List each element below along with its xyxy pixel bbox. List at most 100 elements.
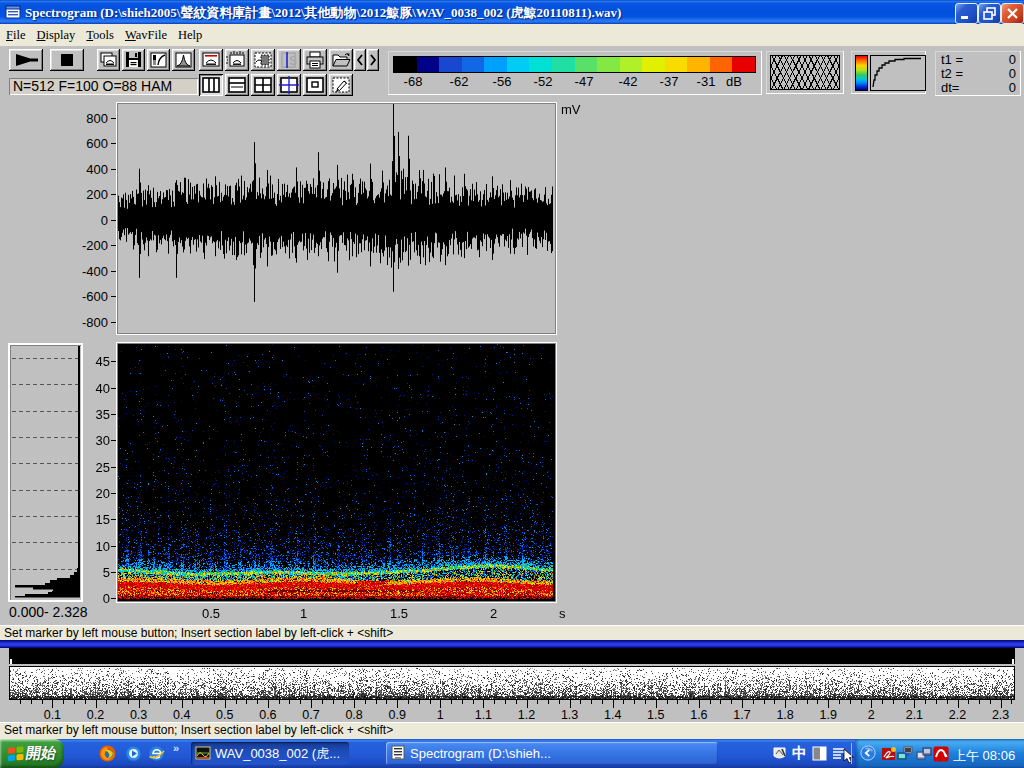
colorbar-segment	[529, 57, 552, 72]
close-button[interactable]	[1001, 3, 1024, 24]
palette-transfer-panel[interactable]	[851, 51, 926, 94]
spectrogram-y-tick	[111, 519, 116, 520]
colorbar-segment	[642, 57, 665, 72]
media-player-icon[interactable]	[125, 745, 142, 762]
start-button[interactable]: 開始	[0, 739, 64, 768]
internet-explorer-icon[interactable]	[148, 745, 165, 762]
overview-time-label: 2.3	[984, 708, 1018, 722]
menu-item[interactable]: Display	[36, 24, 75, 43]
t1-value: 0	[1009, 53, 1016, 67]
window-function-button[interactable]	[172, 49, 195, 71]
overview-time-label: 1.8	[768, 708, 802, 722]
network-update-tray-icon[interactable]	[897, 746, 913, 762]
overview-time-label: 0.1	[35, 708, 69, 722]
layout-single-icon	[303, 74, 327, 96]
colorbar-segment	[710, 57, 733, 72]
section-view-button[interactable]	[251, 49, 275, 71]
play-button[interactable]	[9, 49, 43, 71]
scan-settings-button[interactable]	[225, 49, 249, 71]
status-bar-bottom: Set marker by left mouse button; Insert …	[0, 722, 1024, 739]
overview-time-label: 1.1	[466, 708, 500, 722]
menu-item[interactable]: Help	[178, 24, 202, 43]
play-icon	[9, 49, 43, 71]
colorbar-db-label: -52	[525, 74, 561, 89]
scale-curve-button[interactable]	[147, 49, 170, 71]
overview-time-label: 0.5	[208, 708, 242, 722]
hatch-pattern-icon	[770, 55, 840, 90]
firefox-icon[interactable]	[99, 745, 116, 762]
waveform-y-label: -800	[68, 316, 108, 329]
spectrogram-image	[118, 344, 553, 599]
network-connection-tray-icon[interactable]	[916, 746, 932, 762]
colorbar-db-label: -56	[484, 74, 520, 89]
layout-cross-icon	[277, 74, 301, 96]
spectrogram-y-label: 10	[70, 540, 110, 553]
waveform-y-tick	[111, 296, 116, 297]
antivirus-tray-icon[interactable]	[933, 746, 949, 762]
overview-time-label: 0.2	[79, 708, 113, 722]
hide-icons-chevron[interactable]	[860, 745, 876, 761]
fft-params-field[interactable]: N=512 F=100 O=88 HAM	[9, 78, 198, 95]
spectrogram-plot[interactable]	[117, 343, 556, 602]
save-button[interactable]	[122, 49, 145, 71]
spectrogram-view-button[interactable]	[199, 49, 223, 71]
label-tool-button[interactable]: S	[277, 49, 301, 71]
overview-marker-strip[interactable]	[9, 648, 1015, 664]
waveform-y-tick	[111, 169, 116, 170]
waveform-y-tick	[111, 194, 116, 195]
overview-time-label: 1.3	[553, 708, 587, 722]
t2-label: t2 =	[941, 67, 963, 81]
spectrogram-y-label: 25	[70, 461, 110, 474]
scroll-right-button[interactable]	[367, 49, 379, 71]
taskbar-task-spectrogram[interactable]: Spectrogram (D:\shieh...	[386, 742, 718, 765]
overview-time-label: 1.4	[596, 708, 630, 722]
t1-label: t1 =	[941, 53, 963, 67]
db-colorbar[interactable]	[393, 56, 756, 73]
clock[interactable]: 上午 08:06	[953, 747, 1021, 765]
ime-fullwidth-icon[interactable]	[812, 746, 827, 761]
svg-text:S: S	[289, 54, 297, 68]
open-file-button[interactable]	[329, 49, 353, 71]
layout-cross-button[interactable]	[277, 74, 301, 96]
menu-item[interactable]: Tools	[86, 24, 114, 43]
menu-item[interactable]: File	[6, 24, 25, 43]
layout-split-vertical-button[interactable]	[199, 74, 223, 96]
layout-quad-button[interactable]	[251, 74, 275, 96]
colorbar-segment	[484, 57, 507, 72]
taskbar-task-wav-file[interactable]: WAV_0038_002 (虎...	[191, 742, 349, 765]
restore-button[interactable]	[978, 3, 1001, 24]
overview-time-label: 1.9	[811, 708, 845, 722]
hatch-pattern-panel[interactable]	[766, 51, 844, 94]
waveform-plot[interactable]	[117, 103, 556, 334]
copy-window-button[interactable]	[97, 49, 120, 71]
overview-time-label: 1.5	[639, 708, 673, 722]
spectrogram-y-label: 35	[70, 408, 110, 421]
start-label: 開始	[24, 744, 57, 763]
layout-single-button[interactable]	[303, 74, 327, 96]
stop-button[interactable]	[50, 49, 84, 71]
colorbar-segment	[417, 57, 440, 72]
system-tray: 上午 08:06	[855, 739, 1024, 768]
spectrogram-x-label: 1	[289, 606, 319, 621]
acrobat-tray-icon[interactable]	[881, 746, 897, 762]
layout-split-horizontal-button[interactable]	[225, 74, 249, 96]
spectrogram-y-label: 15	[70, 513, 110, 526]
colorbar-segment	[394, 57, 417, 72]
waveform-y-label: -200	[68, 239, 108, 252]
ime-shield-icon[interactable]	[772, 746, 787, 761]
menu-item[interactable]: WavFile	[125, 24, 167, 43]
spectrogram-unit-label: s	[559, 606, 566, 621]
readout-row-dt: dt= 0	[941, 81, 1016, 95]
print-button[interactable]	[303, 49, 327, 71]
minimize-button[interactable]	[955, 3, 978, 24]
edit-labels-button[interactable]	[329, 74, 353, 96]
quick-launch-more-chevron[interactable]: »	[173, 742, 179, 754]
save-icon	[122, 49, 145, 71]
overview-time-label: 1.7	[725, 708, 759, 722]
overview-waveform[interactable]	[9, 666, 1015, 700]
title-bar: Spectrogram (D:\shieh2005\聲紋資料庫計畫\2012\其…	[0, 0, 1024, 24]
scroll-left-button[interactable]	[354, 49, 366, 71]
app-icon	[5, 4, 21, 20]
pane-splitter-bar[interactable]	[0, 640, 1024, 648]
ime-language-indicator[interactable]: 中	[792, 744, 807, 763]
